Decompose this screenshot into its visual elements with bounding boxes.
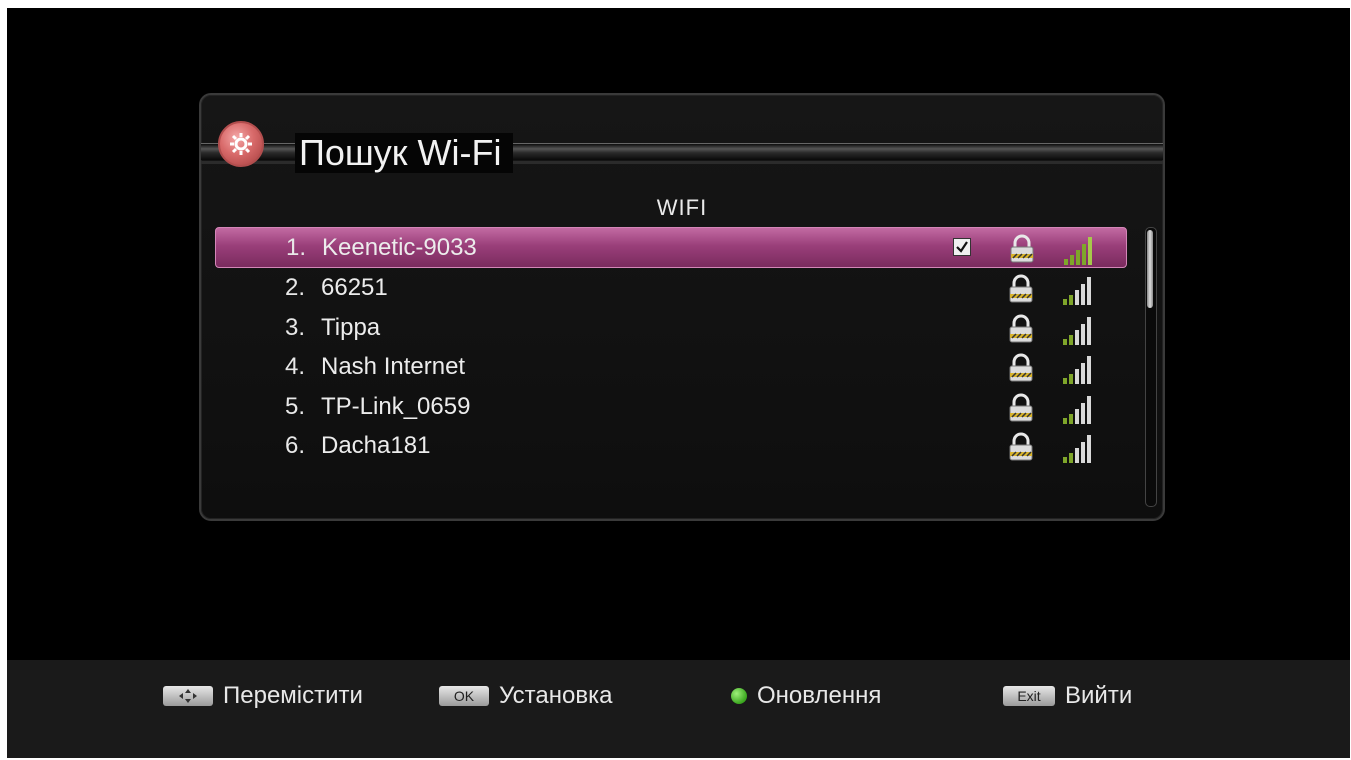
lock-icon <box>1008 314 1034 349</box>
signal-strength-icon <box>1061 390 1095 431</box>
network-name: TP-Link_0659 <box>321 392 471 420</box>
exit-key: Exit <box>1003 686 1055 706</box>
network-row[interactable]: 3. Tippa <box>215 308 1127 347</box>
network-name: Nash Internet <box>321 353 466 381</box>
network-name: Tippa <box>321 313 381 341</box>
network-row[interactable]: 6. Dacha181 <box>215 426 1127 465</box>
wifi-search-dialog: Пошук Wi-Fi WIFI 1. Keenetic-9033 2. 66251 3… <box>199 93 1165 521</box>
hint-exit-label: Вийти <box>1065 682 1133 709</box>
network-index: 5. <box>284 392 305 420</box>
tv-screen: Пошук Wi-Fi WIFI 1. Keenetic-9033 2. 66251 3… <box>7 8 1350 758</box>
hint-ok-label: Установка <box>499 682 613 709</box>
network-index: 2. <box>284 274 305 302</box>
page-title: Пошук Wi-Fi <box>295 133 514 173</box>
hint-move: Перемістити <box>163 682 363 710</box>
signal-strength-icon <box>1062 231 1096 272</box>
lock-icon <box>1009 234 1035 269</box>
network-row[interactable]: 5. TP-Link_0659 <box>215 387 1127 426</box>
scrollbar-thumb[interactable] <box>1147 230 1153 308</box>
lock-icon <box>1008 353 1034 388</box>
lock-icon <box>1008 393 1034 428</box>
network-name: Dacha181 <box>321 431 431 459</box>
network-row[interactable]: 2. 66251 <box>215 268 1127 307</box>
network-index: 6. <box>284 431 305 459</box>
signal-strength-icon <box>1061 311 1095 352</box>
network-name: Keenetic-9033 <box>322 234 477 261</box>
signal-strength-icon <box>1061 429 1095 470</box>
network-list: 1. Keenetic-9033 2. 66251 3. Tippa 4. Nash Inte… <box>215 227 1127 465</box>
ok-key: OK <box>439 686 489 706</box>
scrollbar[interactable] <box>1145 227 1157 507</box>
settings-gear-icon <box>218 121 264 167</box>
list-header: WIFI <box>656 195 708 220</box>
lock-icon <box>1008 432 1034 467</box>
arrows-key-icon <box>163 686 213 706</box>
green-button-icon <box>731 688 747 704</box>
connected-checkbox-icon <box>953 238 971 256</box>
hint-bar: Перемістити OK Установка Оновлення Exit … <box>7 660 1350 758</box>
network-index: 3. <box>284 313 305 341</box>
signal-strength-icon <box>1061 350 1095 391</box>
hint-refresh: Оновлення <box>731 682 881 710</box>
hint-exit: Exit Вийти <box>1003 682 1132 710</box>
hint-move-label: Перемістити <box>223 682 363 709</box>
network-index: 1. <box>285 234 306 261</box>
hint-ok: OK Установка <box>439 682 612 710</box>
lock-icon <box>1008 274 1034 309</box>
network-name: 66251 <box>321 274 388 302</box>
network-index: 4. <box>284 353 305 381</box>
hint-refresh-label: Оновлення <box>757 682 882 709</box>
network-row[interactable]: 1. Keenetic-9033 <box>215 227 1127 269</box>
title-bar: Пошук Wi-Fi <box>201 95 1163 181</box>
network-row[interactable]: 4. Nash Internet <box>215 347 1127 386</box>
signal-strength-icon <box>1061 271 1095 312</box>
